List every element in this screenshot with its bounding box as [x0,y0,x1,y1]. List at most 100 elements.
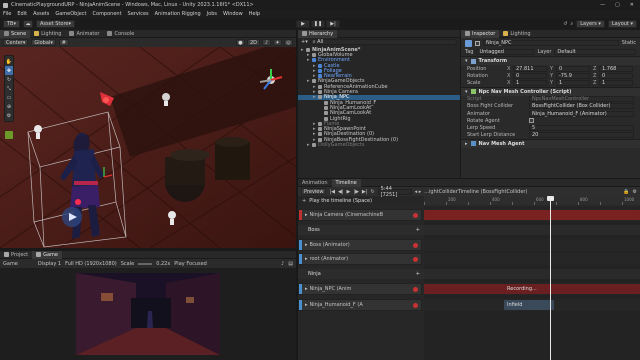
play-button[interactable]: ▶ [296,20,310,28]
close-icon[interactable]: ✕ [630,2,634,8]
menu-item-animation-rigging[interactable]: Animation Rigging [155,11,201,17]
track-lane[interactable] [424,225,640,235]
animation-clip[interactable]: Recording... [424,284,640,294]
track-header[interactable]: ▸ Ninja_Humanoid_F (A [298,299,422,311]
rotate-tool-icon[interactable]: ↻ [5,75,13,84]
grid-snap-button[interactable]: # [58,39,69,46]
track-group[interactable]: Boss + [298,225,424,235]
menu-item-file[interactable]: File [3,11,11,17]
active-checkbox[interactable] [475,40,480,46]
menu-item-help[interactable]: Help [249,11,260,17]
layers-dropdown[interactable]: Layers ▾ [576,20,605,28]
timeline-play-icon[interactable]: ▶ [347,189,351,195]
custom-tool-icon[interactable]: ⚙ [5,111,13,120]
maximize-icon[interactable]: ▢ [615,2,620,8]
scale-tool-icon[interactable]: ⤡ [5,84,13,93]
tab-hierarchy[interactable]: Hierarchy [298,29,338,38]
animation-clip[interactable]: Infield [504,300,554,310]
transform-rotation-z-field[interactable]: 0 [599,72,633,79]
transform-scale-y-field[interactable]: 1 [556,79,590,86]
time-ruler[interactable]: 200 400 600 800 1000 [424,196,640,205]
npc-field-value[interactable]: BossFightCollider (Box Collider) [529,103,634,110]
transform-position-y-field[interactable]: 0 [556,65,590,72]
account-button[interactable]: TB ▾ [3,20,20,28]
rect-tool-icon[interactable]: ▭ [5,93,13,102]
tab-project[interactable]: Project [0,251,32,259]
track-header[interactable]: ▸ Ninja Camera (CinemachineB [298,209,422,221]
transform-scale-z-field[interactable]: 1 [599,79,633,86]
stats-icon[interactable]: ▤ [288,261,293,267]
game-mode-dropdown[interactable]: Game [3,261,18,267]
static-toggle[interactable]: Static [622,40,636,46]
layer-dropdown[interactable]: Default [554,49,636,55]
npc-field-value[interactable]: Ninja_Humanoid_F (Animator) [529,110,634,117]
view-2d-button[interactable]: 2D [246,39,260,46]
track-group[interactable]: Ninja + [298,269,424,279]
audio-button[interactable]: ♪ [262,39,271,46]
tab-inspector[interactable]: Inspector [461,30,500,38]
add-icon[interactable]: + [416,227,420,233]
npc-script-header[interactable]: ▾ Npc Nav Mesh Controller (Script) [461,86,640,96]
tab-lighting[interactable]: Lighting [30,30,65,38]
track-header[interactable]: ▸ Ninja_NPC (Anim [298,283,422,295]
record-icon[interactable] [413,302,418,308]
record-icon[interactable] [413,212,418,218]
pivot-dropdown[interactable]: Center ▾ [3,39,29,46]
playhead[interactable] [550,196,551,360]
menu-item-gameobject[interactable]: GameObject [55,11,86,17]
menu-item-edit[interactable]: Edit [17,11,27,17]
transform-position-z-field[interactable]: 1.768 [599,65,633,72]
npc-field-value[interactable]: NpcNavMeshController [529,96,634,103]
track-header[interactable]: ▸ Boss (Animator) [298,239,422,251]
menu-item-window[interactable]: Window [223,11,243,17]
mute-icon[interactable]: ♪ [281,261,284,267]
tab-timeline[interactable]: Timeline [331,178,361,187]
transform-scale-x-field[interactable]: 1 [513,79,547,86]
npc-field-value[interactable]: 20 [529,132,634,139]
game-viewport[interactable] [76,273,220,355]
play-focused-dropdown[interactable]: Play Focused [174,261,207,267]
view-tool-icon[interactable]: ✋ [5,57,13,66]
layout-dropdown[interactable]: Layout ▾ [607,20,637,28]
add-icon[interactable]: +▾ [301,39,308,45]
tab-scene[interactable]: Scene [0,29,31,38]
menu-item-jobs[interactable]: Jobs [207,11,217,17]
record-icon[interactable] [413,286,418,292]
asset-store-button[interactable]: Asset Store ▾ [36,20,75,28]
transform-position-x-field[interactable]: 27.811 [513,65,547,72]
menu-item-services[interactable]: Services [128,11,149,17]
next-frame-icon[interactable]: |▶ [353,189,359,195]
last-frame-icon[interactable]: ▶| [362,189,368,195]
tab-game[interactable]: Game [32,250,62,259]
time-field[interactable]: 5:44 [7251] [377,186,412,198]
transform-tool-icon[interactable]: ⊕ [5,102,13,111]
gizmos-button[interactable]: ◎ [284,39,293,46]
record-icon[interactable] [413,242,418,248]
track-lane[interactable] [424,239,640,251]
light-tool-icon[interactable] [5,131,13,139]
cinemachine-clip[interactable] [424,210,640,220]
preview-button[interactable]: Preview [301,188,327,195]
tab-inspector-lighting[interactable]: Lighting [499,30,534,38]
object-name-field[interactable]: Ninja_NPC [483,40,619,46]
add-icon[interactable]: + [416,271,420,277]
record-icon[interactable] [413,256,418,262]
hierarchy-item[interactable]: ▸ DollyGameObjects [298,142,460,148]
npc-field-value[interactable]: 5 [529,124,634,131]
tab-console[interactable]: Console [103,30,138,38]
tab-animation[interactable]: Animation [298,179,332,187]
loop-icon[interactable]: ↻ [370,189,374,195]
menu-item-component[interactable]: Component [93,11,122,17]
track-header[interactable]: ▸ root (Animator) [298,253,422,265]
hierarchy-search-input[interactable]: ⌕ All [309,39,457,45]
track-lane[interactable] [424,269,640,279]
transform-header[interactable]: ▾ Transform [461,56,640,65]
settings-icon[interactable]: ⚙ [633,189,637,195]
clip-area[interactable]: Recording... Infield [424,207,640,360]
menu-item-assets[interactable]: Assets [33,11,49,17]
effects-button[interactable]: ✦ [273,39,282,46]
tab-animator[interactable]: Animator [65,30,103,38]
resolution-dropdown[interactable]: Full HD (1920x1080) [65,261,117,267]
orientation-gizmo[interactable] [258,67,284,93]
add-track-icon[interactable]: + [302,198,306,204]
